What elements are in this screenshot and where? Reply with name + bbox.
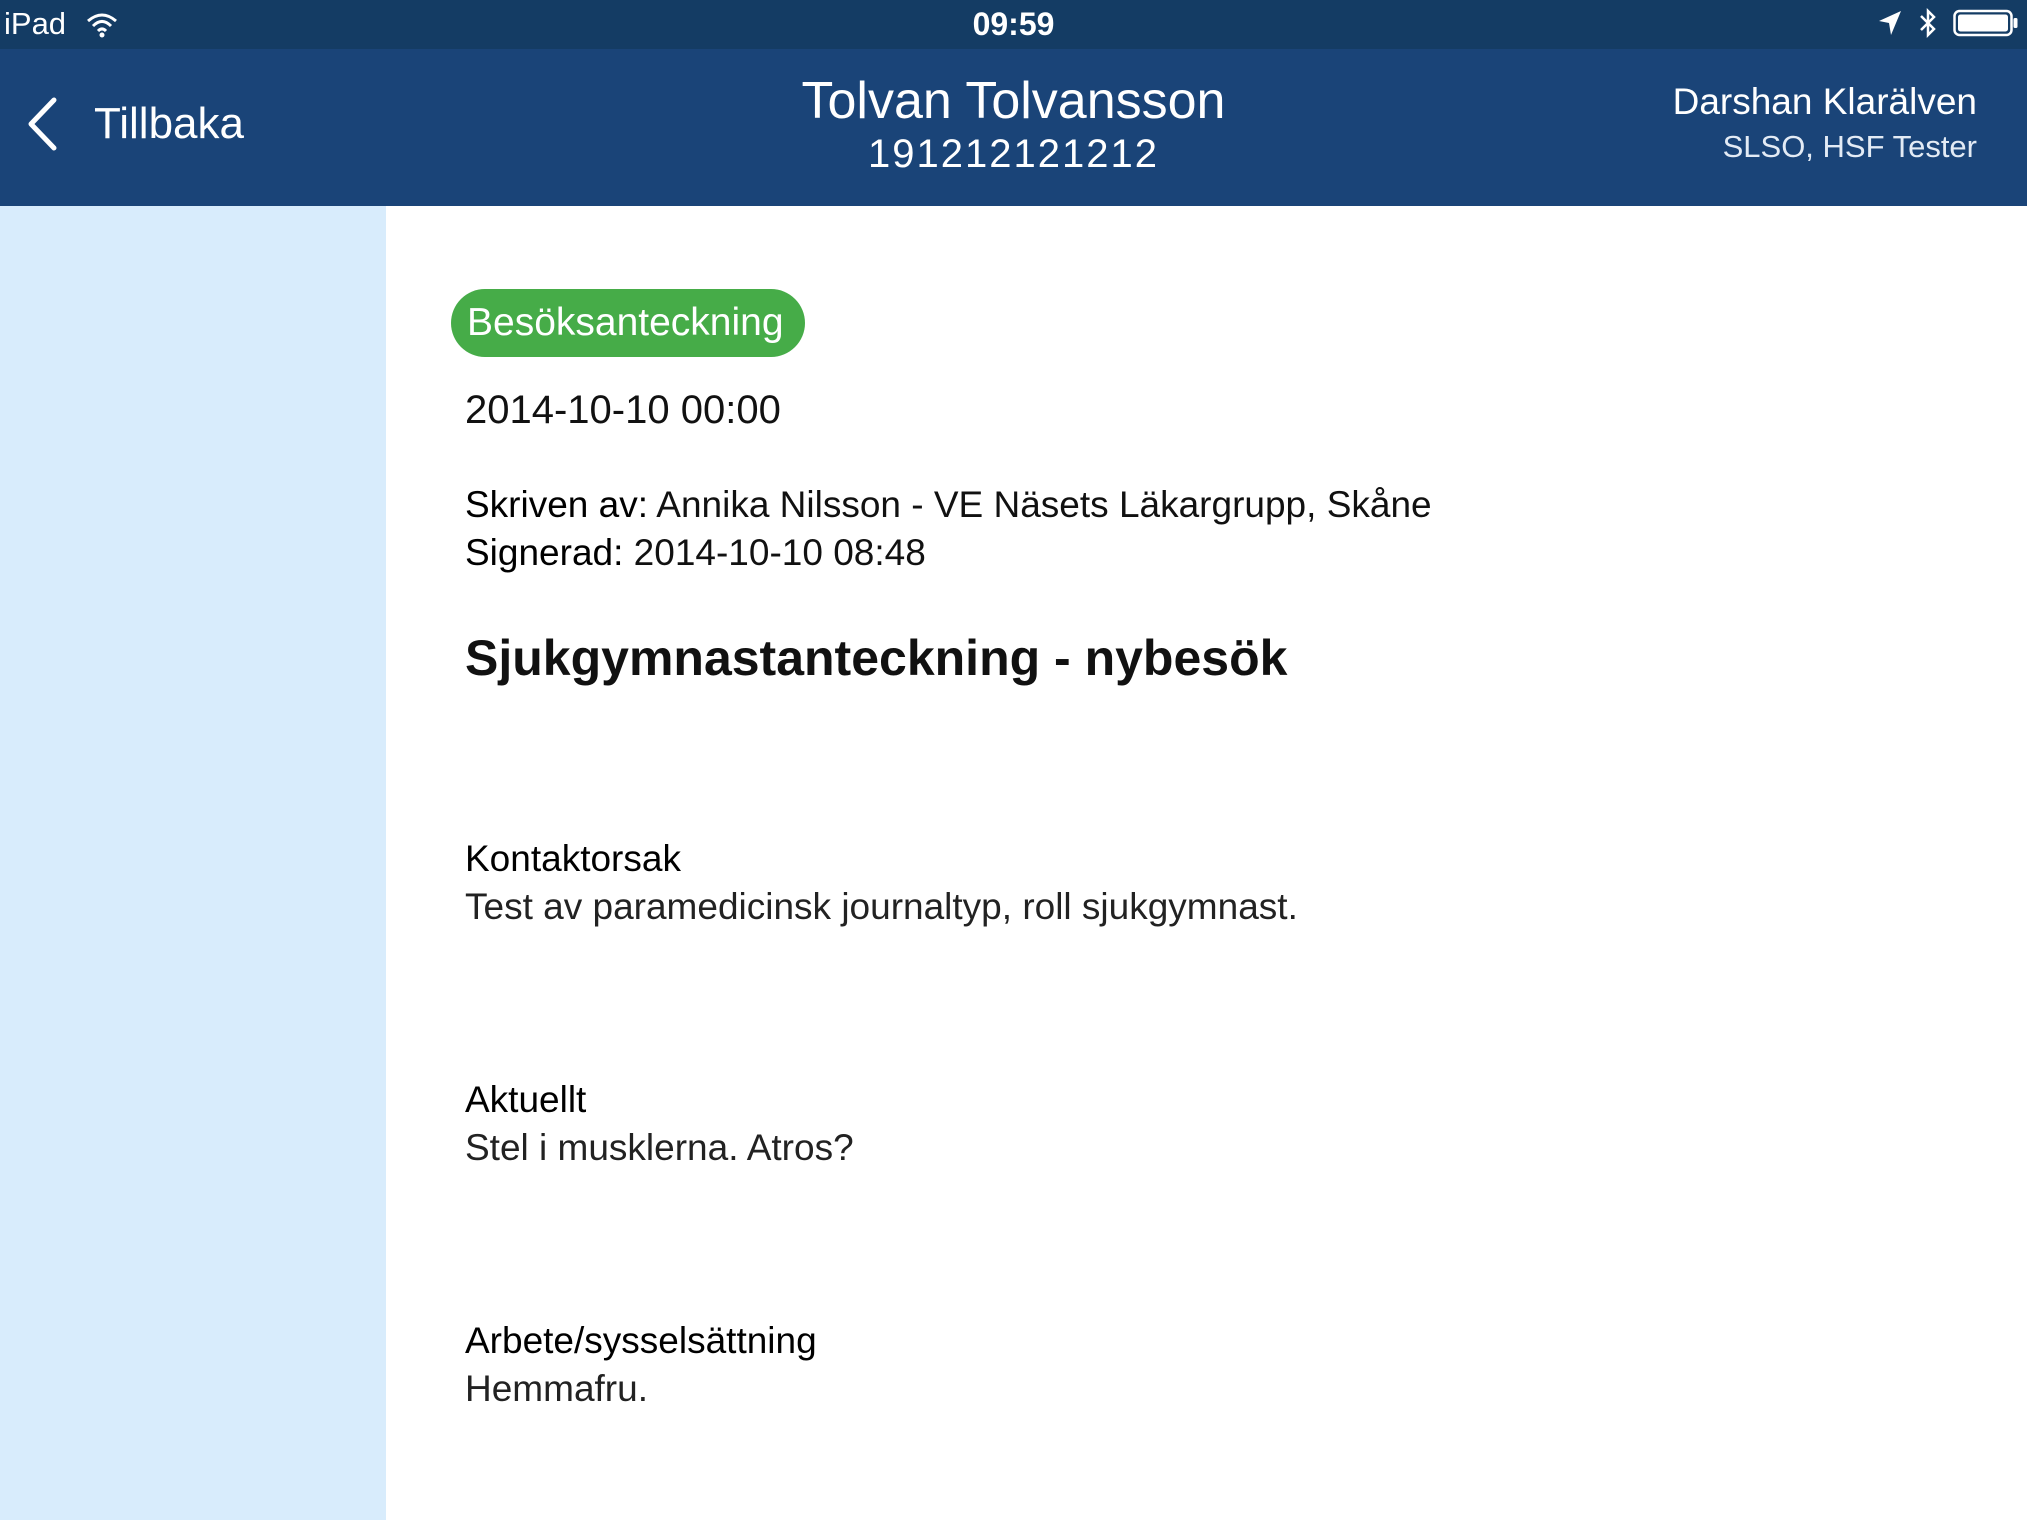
note-date: 2014-10-10 00:00 bbox=[465, 388, 781, 432]
user-organization: SLSO, HSF Tester bbox=[1722, 129, 1977, 164]
section-text: Stel i musklerna. Atros? bbox=[465, 1127, 854, 1168]
section-heading: Arbete/sysselsättning bbox=[465, 1320, 817, 1361]
signed-label: Signerad: bbox=[465, 532, 624, 573]
sidebar bbox=[0, 206, 386, 1520]
section-heading: Kontaktorsak bbox=[465, 838, 681, 879]
user-name: Darshan Klarälven bbox=[1672, 81, 1977, 122]
written-by-value: Annika Nilsson - VE Näsets Läkargrupp, S… bbox=[656, 484, 1432, 525]
signed-value: 2014-10-10 08:48 bbox=[633, 532, 926, 573]
status-bar: iPad 09:59 bbox=[0, 0, 2027, 49]
section-text: Hemmafru. bbox=[465, 1368, 648, 1409]
navigation-bar: Tillbaka Tolvan Tolvansson 191212121212 … bbox=[0, 49, 2027, 206]
written-by-label: Skriven av: bbox=[465, 484, 649, 525]
status-right bbox=[1877, 7, 2019, 39]
note-content: Besöksanteckning 2014-10-10 00:00 Skrive… bbox=[386, 206, 2027, 1520]
battery-icon bbox=[1953, 9, 2018, 37]
note-type-badge: Besöksanteckning bbox=[451, 289, 805, 357]
section-text: Test av paramedicinsk journaltyp, roll s… bbox=[465, 886, 1298, 927]
location-arrow-icon bbox=[1879, 11, 1901, 35]
written-by-line: Skriven av: Annika Nilsson - VE Näsets L… bbox=[465, 481, 1432, 529]
signed-line: Signerad: 2014-10-10 08:48 bbox=[465, 529, 926, 577]
status-time: 09:59 bbox=[972, 6, 1055, 42]
note-title: Sjukgymnastanteckning - nybesök bbox=[465, 630, 1288, 686]
bluetooth-icon bbox=[1920, 7, 1936, 39]
section-heading: Aktuellt bbox=[465, 1079, 587, 1120]
